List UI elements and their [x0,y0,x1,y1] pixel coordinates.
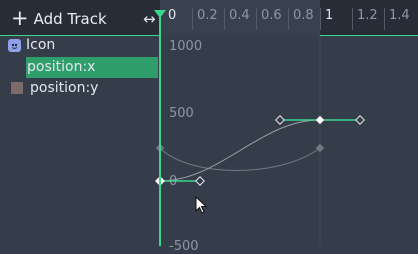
playhead-handle[interactable] [154,10,166,18]
mouse-cursor-icon [195,196,208,214]
position-y-curve [159,147,321,171]
position-x-curve [159,119,321,182]
bezier-handle[interactable] [355,115,365,125]
position-y-keyframe[interactable] [315,143,325,153]
bezier-curve-editor[interactable] [0,0,418,246]
bezier-handle[interactable] [275,115,285,125]
position-x-keyframe[interactable] [315,115,325,125]
bezier-handle[interactable] [195,176,205,186]
